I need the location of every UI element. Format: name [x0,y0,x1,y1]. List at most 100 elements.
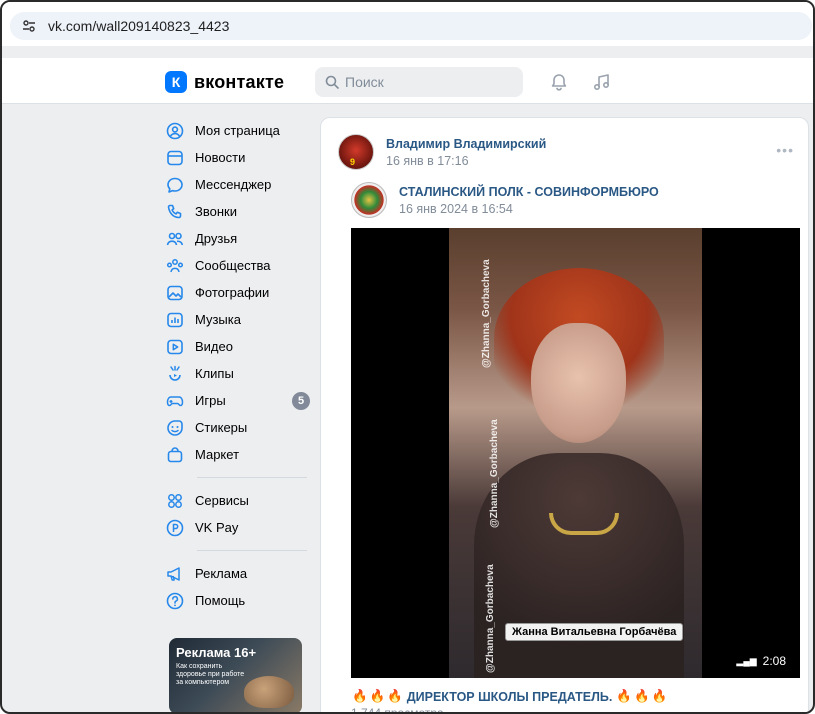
bell-icon[interactable] [549,72,569,92]
megaphone-icon [165,564,185,584]
sidebar-item[interactable]: Клипы [165,360,310,387]
post-date[interactable]: 16 янв в 17:16 [386,154,469,168]
market-bag-icon [165,445,185,465]
nav-divider [197,477,307,478]
post-text: 🔥 🔥 🔥 ДИРЕКТОР ШКОЛЫ ПРЕДАТЕЛЬ. 🔥 🔥 🔥 [351,689,668,704]
url-text[interactable]: vk.com/wall209140823_4423 [48,18,229,34]
more-options-icon[interactable]: ••• [776,142,794,158]
author-avatar[interactable]: 9 [338,134,374,170]
chat-bubble-icon [165,175,185,195]
sidebar-item-label: Маркет [195,447,240,462]
video-watermark: @Zhanna_Gorbacheva [489,419,500,528]
sticker-icon [165,418,185,438]
address-bar-area: vk.com/wall209140823_4423 [2,2,813,46]
sidebar-item[interactable]: Маркет [165,441,310,468]
views-count: 1 744 просмотра [351,706,444,714]
vk-logo-icon: К [165,71,187,93]
nav-divider [197,550,307,551]
fire-icon: 🔥 [352,689,368,703]
sidebar-item-label: Реклама [195,566,248,581]
sidebar-item[interactable]: Моя страница [165,117,310,144]
ad-subtitle: Как сохранить здоровье при работе за ком… [176,663,245,686]
post-author[interactable]: Владимир Владимирский [386,137,546,151]
video-figure-body [474,453,684,678]
video-figure-chain [549,513,619,535]
search-icon [325,75,339,89]
repost-group-name[interactable]: СТАЛИНСКИЙ ПОЛК - СОВИНФОРМБЮРО [399,185,659,199]
sidebar-item-label: VK Pay [195,520,239,535]
sidebar-item-label: Фотографии [195,285,270,300]
search-placeholder: Поиск [345,74,384,90]
help-circle-icon [165,591,185,611]
vk-logo-text: вконтакте [194,71,285,92]
communities-icon [165,256,185,276]
sidebar-item-label: Музыка [195,312,241,327]
vk-logo[interactable]: К вконтакте [165,71,284,93]
fire-icon: 🔥 [651,689,668,703]
music-icon[interactable] [592,72,612,92]
friends-icon [165,229,185,249]
vk-header: К вконтакте Поиск [2,58,813,104]
post-title: ДИРЕКТОР ШКОЛЫ ПРЕДАТЕЛЬ. [406,689,613,704]
sidebar-item[interactable]: VK Pay [165,514,310,541]
duration-text: 2:08 [762,654,786,668]
sidebar-item[interactable]: Фотографии [165,279,310,306]
sidebar-item[interactable]: Звонки [165,198,310,225]
video-figure-face [531,323,626,443]
sidebar-item[interactable]: Помощь [165,587,310,614]
video-caption: Жанна Витальевна Горбачёва [505,623,684,641]
sidebar-item-label: Мессенджер [195,177,272,192]
sidebar-item-label: Клипы [195,366,234,381]
sidebar-item-label: Стикеры [195,420,248,435]
repost-date[interactable]: 16 янв 2024 в 16:54 [399,202,513,216]
sidebar-item-label: Помощь [195,593,246,608]
fire-icon: 🔥 [387,689,403,703]
video-player[interactable]: @Zhanna_Gorbacheva @Zhanna_Gorbacheva @Z… [351,228,800,678]
vkpay-icon [165,518,185,538]
fire-icon: 🔥 [369,689,386,703]
sidebar-item[interactable]: Мессенджер [165,171,310,198]
site-settings-icon[interactable] [20,17,38,35]
sidebar-item-label: Звонки [195,204,237,219]
sidebar-item[interactable]: Игры 5 [165,387,310,414]
video-watermark: @Zhanna_Gorbacheva [481,259,492,368]
ad-image [244,676,294,708]
video-watermark: @Zhanna_Gorbacheva [485,564,496,673]
sidebar-item-label: Сообщества [195,258,271,273]
phone-icon [165,202,185,222]
ad-title: Реклама 16+ [176,645,257,660]
sidebar-item[interactable]: Сообщества [165,252,310,279]
gamepad-icon [165,391,185,411]
services-grid-icon [165,491,185,511]
sidebar-item[interactable]: Новости [165,144,310,171]
video-frame: @Zhanna_Gorbacheva @Zhanna_Gorbacheva @Z… [449,228,702,678]
user-circle-icon [165,121,185,141]
group-avatar[interactable] [351,182,387,218]
video-duration: ▂▄▆ 2:08 [736,654,786,668]
sidebar-item-label: Видео [195,339,233,354]
sidebar-item[interactable]: Сервисы [165,487,310,514]
wall-post: 9 Владимир Владимирский 16 янв в 17:16 •… [320,117,809,714]
address-bar[interactable]: vk.com/wall209140823_4423 [10,12,812,40]
photo-icon [165,283,185,303]
sidebar-item[interactable]: Друзья [165,225,310,252]
browser-window: vk.com/wall209140823_4423 К вконтакте По… [0,0,815,714]
fire-icon: 🔥 [633,689,650,703]
sidebar-item-label: Моя страница [195,123,280,138]
sidebar-item[interactable]: Видео [165,333,310,360]
sidebar-item[interactable]: Музыка [165,306,310,333]
sidebar-item-label: Новости [195,150,246,165]
sidebar-item[interactable]: Реклама [165,560,310,587]
clips-icon [165,364,185,384]
music-box-icon [165,310,185,330]
volume-bars-icon: ▂▄▆ [736,655,757,666]
sidebar-item-label: Игры [195,393,226,408]
sidebar-item-label: Сервисы [195,493,249,508]
left-nav: Моя страница Новости Мессенджер Звонки Друзь… [165,117,310,614]
games-count-badge: 5 [292,392,310,410]
search-input[interactable]: Поиск [315,67,523,97]
video-icon [165,337,185,357]
sidebar-item[interactable]: Стикеры [165,414,310,441]
news-icon [165,148,185,168]
ad-banner[interactable]: Реклама 16+ Как сохранить здоровье при р… [169,638,302,712]
